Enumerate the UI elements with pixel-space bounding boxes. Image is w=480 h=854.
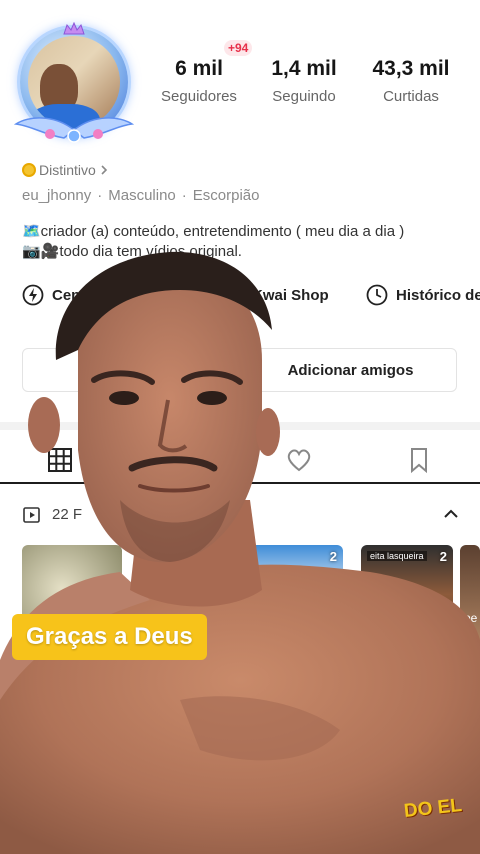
crown-icon [63, 22, 85, 35]
shortcut-history[interactable]: Histórico de [366, 284, 480, 306]
bio-line: 📷🎥todo dia tem vídios original. [22, 243, 242, 260]
person-chest-shadow [180, 696, 340, 761]
person-eye [109, 391, 139, 405]
grid-icon [48, 448, 72, 472]
edit-profile-button[interactable] [22, 348, 222, 392]
profile-meta: eu_jhonny · Masculino · Escorpião [22, 187, 259, 204]
thumbnail-caption: eita lasqueira [367, 551, 427, 561]
bookmark-icon [411, 448, 427, 474]
tab-likes[interactable] [285, 446, 315, 476]
thumbnail-count: 2 [329, 549, 337, 564]
shortcut-creator-center[interactable]: Cent [22, 284, 85, 306]
distintivo-label: Distintivo [39, 162, 96, 178]
separator-dot: · [181, 187, 187, 204]
followers-label: Seguidores [161, 88, 237, 105]
video-thumbnail[interactable]: pe pe [460, 545, 480, 655]
thumbnail-text: pe [464, 626, 478, 640]
works-count: 22 F [52, 506, 83, 523]
profile-bio: 🗺️criador (a) conteúdo, entretendimento … [22, 222, 462, 262]
clock-icon [366, 284, 388, 306]
following-stat[interactable]: 1,4 mil Seguindo [249, 56, 359, 105]
video-thumbnail[interactable]: eita lasqueira 2 [361, 545, 453, 655]
username: eu_jhonny [22, 187, 92, 204]
shop-icon [225, 287, 241, 304]
heart-icon [287, 449, 311, 472]
thumbnail-text: pe [464, 611, 478, 625]
separator-dot: · [97, 187, 103, 204]
corner-overlay-text: DO EL [403, 795, 463, 822]
likes-stat[interactable]: 43,3 mil Curtidas [356, 56, 466, 105]
video-list-icon [23, 507, 40, 523]
shortcut-label: Kwai Shop [252, 286, 329, 304]
person-mouth [138, 484, 210, 493]
likes-count: 43,3 mil [372, 57, 450, 80]
shortcut-kwai-shop[interactable]: Kwai Shop [222, 284, 329, 306]
shortcut-label: Histórico de [396, 286, 480, 304]
video-thumbnail[interactable]: 2 [240, 545, 343, 655]
zodiac-sign: Escorpião [192, 187, 260, 204]
shortcut-label: Cent [52, 286, 86, 304]
profile-shortcuts: Cent Kwai Shop Histórico de [22, 284, 480, 310]
gender: Masculino [108, 187, 176, 204]
following-label: Seguindo [272, 88, 336, 105]
thumbnail-side-text: pe pe [464, 611, 477, 641]
section-divider [0, 422, 480, 430]
tab-works[interactable] [46, 446, 76, 476]
new-followers-badge: +94 [224, 40, 253, 56]
followers-count: 6 mil [175, 57, 223, 80]
likes-label: Curtidas [383, 88, 439, 105]
followers-stat[interactable]: 6 mil Seguidores +94 [144, 40, 254, 105]
wings-decoration-icon [14, 117, 134, 143]
caption-sticker-text: Graças a Deus [26, 623, 193, 650]
works-header: 22 F [22, 503, 462, 527]
tab-underline [0, 482, 480, 484]
profile-stats: 6 mil Seguidores +94 1,4 mil Seguindo 43… [150, 40, 470, 116]
coin-icon [22, 163, 36, 177]
chevron-right-icon [101, 165, 107, 175]
following-count: 1,4 mil [271, 57, 337, 80]
content-tabs [0, 436, 480, 484]
bio-line: 🗺️criador (a) conteúdo, entretendimento … [22, 223, 405, 240]
tab-saved[interactable] [405, 446, 435, 476]
profile-avatar[interactable] [14, 22, 134, 143]
thumbnail-count: 2 [439, 549, 447, 564]
add-friends-label: Adicionar amigos [287, 361, 414, 379]
distintivo-link[interactable]: Distintivo [22, 162, 109, 178]
caption-sticker: Graças a Deus [12, 614, 207, 660]
person-eye [197, 391, 227, 405]
chevron-up-icon[interactable] [442, 505, 460, 523]
lightning-icon [22, 284, 44, 306]
add-friends-button[interactable]: Adicionar amigos [244, 348, 457, 392]
